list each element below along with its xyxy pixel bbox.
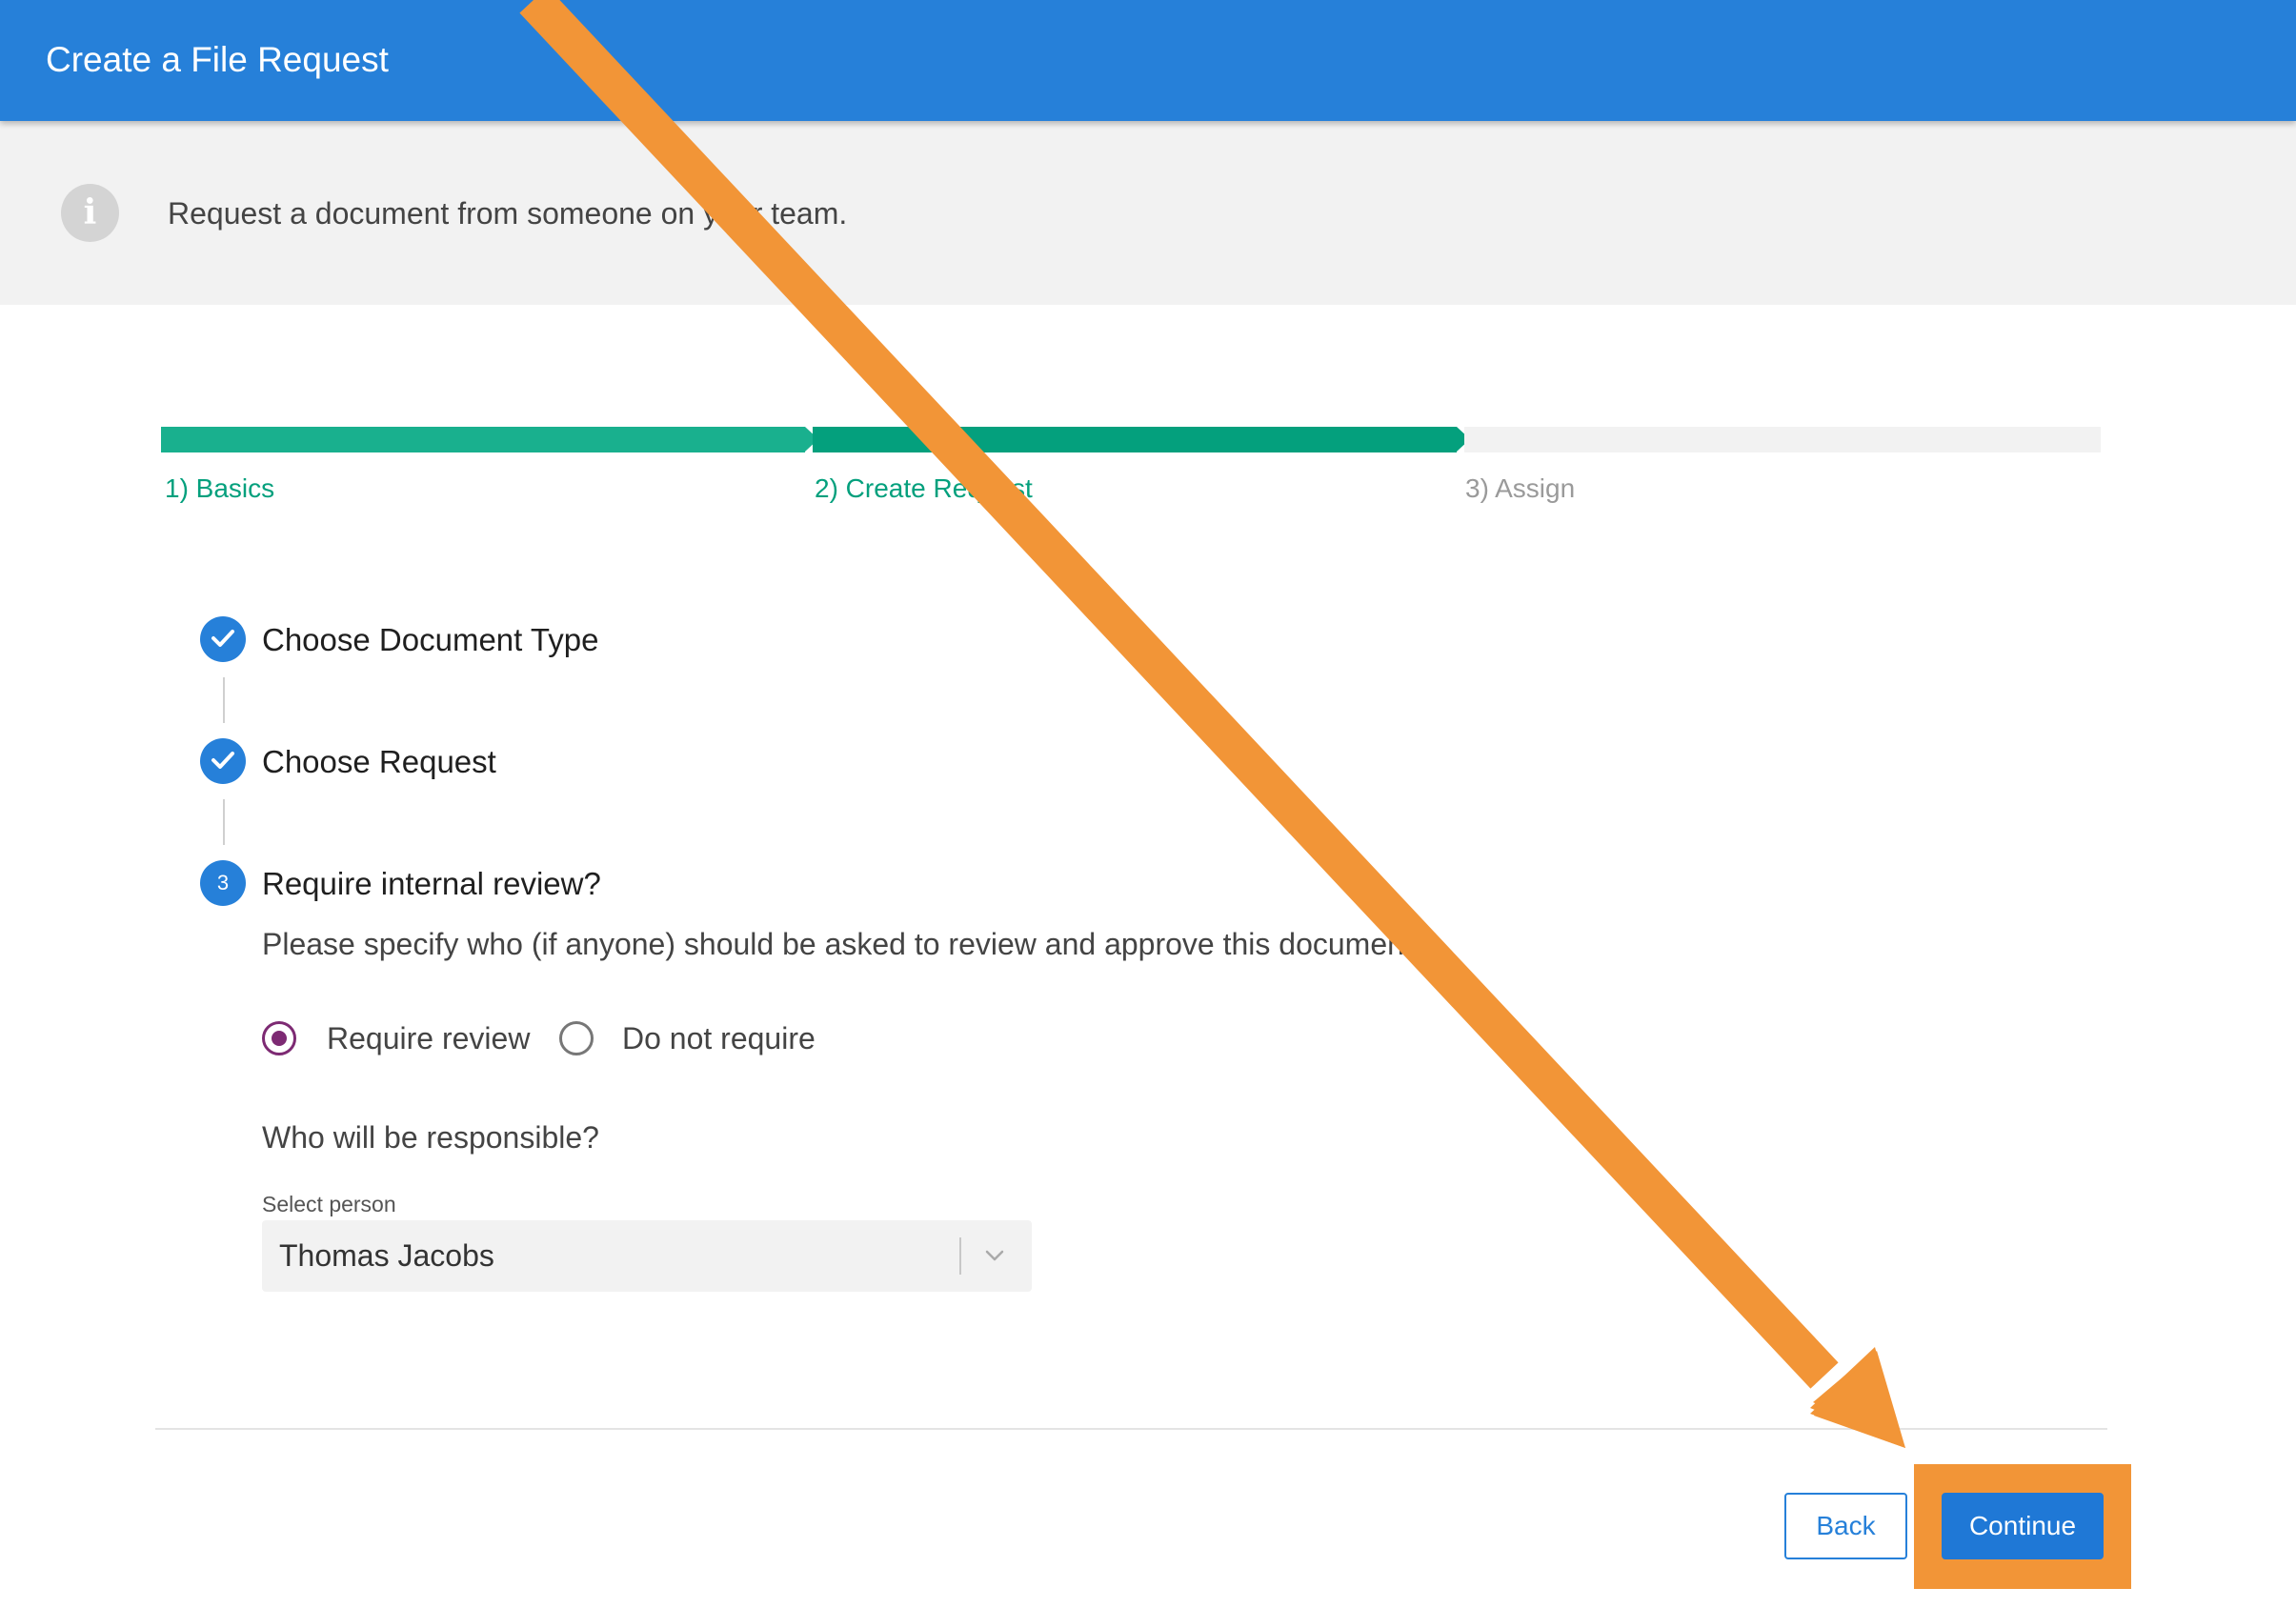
- do-not-require-label[interactable]: Do not require: [622, 1019, 816, 1057]
- chevron-down-icon[interactable]: [982, 1243, 1007, 1268]
- require-review-label[interactable]: Require review: [327, 1019, 530, 1057]
- dropdown-separator: [959, 1237, 961, 1275]
- checklist-item-document-type[interactable]: Choose Document Type: [262, 620, 598, 660]
- app-header: Create a File Request: [0, 0, 2296, 121]
- checklist-item-choose-request[interactable]: Choose Request: [262, 742, 496, 782]
- responsible-question: Who will be responsible?: [262, 1120, 599, 1155]
- info-icon: i: [61, 184, 119, 242]
- page-title: Create a File Request: [46, 40, 389, 79]
- stepper-label-basics[interactable]: 1) Basics: [165, 472, 274, 506]
- info-text: Request a document from someone on your …: [168, 196, 848, 231]
- stepper-segment-assign: [1464, 427, 2101, 452]
- radio-selected-dot: [272, 1031, 287, 1046]
- footer-divider: [155, 1428, 2107, 1430]
- require-review-radio[interactable]: [262, 1021, 296, 1055]
- review-description: Please specify who (if anyone) should be…: [262, 927, 1421, 961]
- checklist-item-internal-review: Require internal review?: [262, 866, 601, 901]
- select-person-dropdown[interactable]: Thomas Jacobs: [262, 1220, 1032, 1292]
- back-button[interactable]: Back: [1784, 1493, 1907, 1559]
- check-icon: [200, 616, 246, 662]
- check-icon: [200, 738, 246, 784]
- checklist-connector: [223, 677, 225, 723]
- continue-button[interactable]: Continue: [1942, 1493, 2104, 1559]
- select-person-label: Select person: [262, 1192, 396, 1216]
- stepper-label-assign: 3) Assign: [1465, 473, 1576, 503]
- stepper-label-create-request[interactable]: 2) Create Request: [815, 472, 1033, 506]
- stepper-segment-create-request: [813, 427, 1457, 452]
- do-not-require-radio[interactable]: [559, 1021, 594, 1055]
- selected-person: Thomas Jacobs: [279, 1238, 494, 1273]
- checklist-connector: [223, 799, 225, 845]
- step-number-badge: 3: [200, 860, 246, 906]
- stepper-segment-basics: [161, 427, 805, 452]
